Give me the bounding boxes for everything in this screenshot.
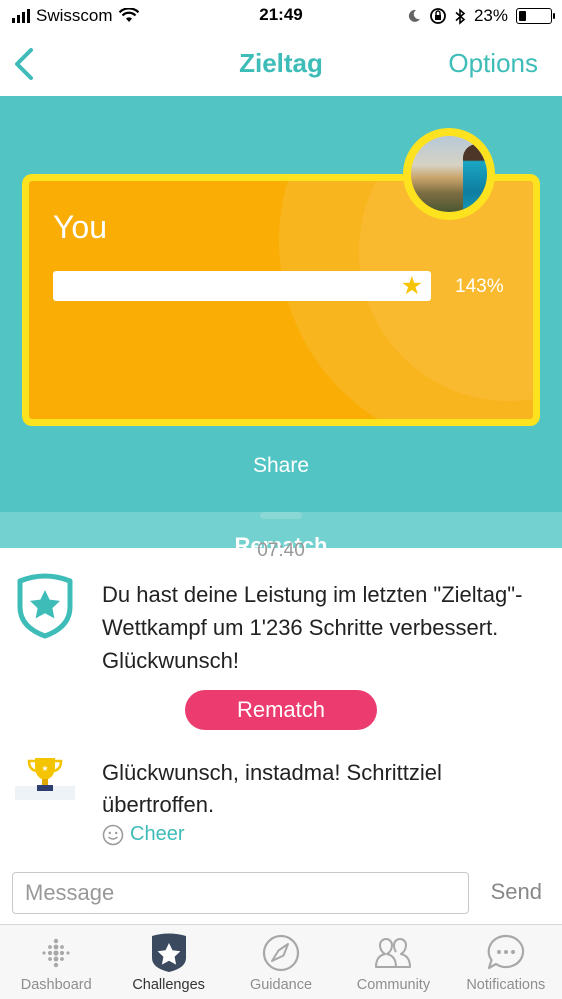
cheer-label: Cheer [130,823,185,845]
avatar-photo [411,136,487,212]
tab-challenges[interactable]: Challenges [112,925,224,999]
tab-challenges-label: Challenges [132,977,205,993]
rotation-lock-icon [430,8,446,24]
battery-percent: 23% [473,6,508,25]
tab-dashboard-label: Dashboard [20,977,92,993]
shield-star-icon [17,573,73,639]
tab-notifications[interactable]: Notifications [450,925,562,999]
moon-icon [408,9,420,22]
tab-community-label: Community [356,977,431,993]
participant-name: You [53,209,107,245]
battery-icon [516,8,555,24]
send-button[interactable]: Send [491,879,542,905]
star-badge-icon [151,933,186,972]
rematch-button[interactable]: Rematch [185,690,377,730]
message-input[interactable] [12,872,469,914]
svg-text:★: ★ [41,764,48,773]
trophy-icon: ★ [15,758,75,800]
smiley-icon [102,824,124,845]
tab-community[interactable]: Community [337,925,449,999]
progress-bar: ★ [53,271,431,301]
share-button[interactable]: Share [0,454,562,478]
status-right: 23% [407,6,555,26]
tab-bar: Dashboard Challenges Guidance Community … [0,924,562,999]
speech-bubble-icon [487,934,524,970]
tab-guidance-label: Guidance [249,977,313,993]
nav-bar: Zieltag Options [0,32,562,96]
feed-timestamp: 07:40 [257,540,305,561]
options-button[interactable]: Options [448,48,538,79]
tab-guidance[interactable]: Guidance [225,925,337,999]
avatar[interactable] [403,128,495,220]
people-icon [375,938,412,968]
drag-handle[interactable] [260,512,302,519]
tab-notifications-label: Notifications [466,977,546,993]
dots-grid-icon [42,938,70,968]
status-bar: Swisscom 21:49 23% [0,0,562,32]
compass-icon [262,934,300,972]
feed-message-improvement: Du hast deine Leistung im letzten "Zielt… [102,582,523,673]
progress-percent: 143% [455,276,504,297]
tab-dashboard[interactable]: Dashboard [0,925,112,999]
cheer-button[interactable]: Cheer [102,823,184,846]
feed-message-goal: Glückwunsch, instadma! Schrittziel übert… [102,760,442,817]
star-icon: ★ [400,272,423,300]
bluetooth-icon [455,7,466,25]
message-composer: Send [0,862,562,924]
